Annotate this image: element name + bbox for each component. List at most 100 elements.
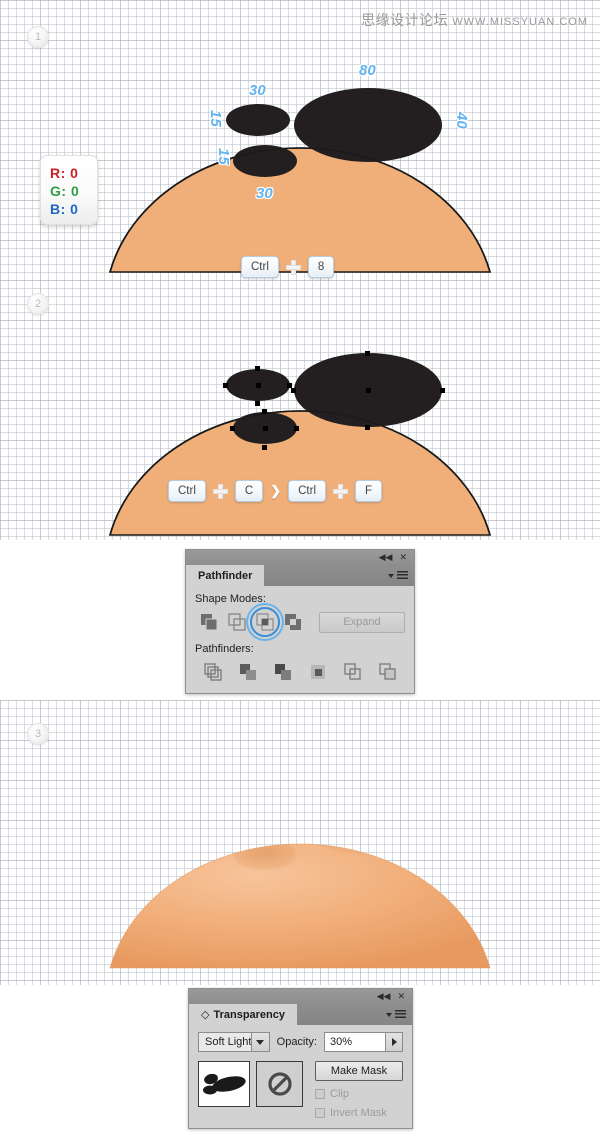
watermark-cn: 思缘设计论坛: [361, 12, 449, 28]
panel-grip-icon: ◇: [201, 1009, 210, 1021]
pathfinder-minus-back-button[interactable]: [370, 660, 405, 684]
shape-mode-intersect-button[interactable]: [251, 610, 279, 634]
transparency-panel: ◀◀ ✕ ◇ Transparency Soft Light Opacity:: [188, 988, 413, 1129]
trim-icon: [239, 664, 256, 680]
blend-opacity-row: Soft Light Opacity: 30%: [198, 1032, 403, 1052]
pathfinder-topbar: ◀◀ ✕: [186, 550, 414, 565]
unite-icon: [201, 614, 218, 631]
pathfinder-merge-button[interactable]: [265, 660, 300, 684]
mask-controls: Make Mask Clip Invert Mask: [315, 1061, 403, 1119]
shape-mode-exclude-button[interactable]: [279, 610, 307, 634]
step-marker-3: 3: [27, 723, 49, 745]
canvas-grid-top: 30 15 15 30 80 40 Ctrl 8 Ctrl C ❯ Ctrl F: [0, 0, 600, 540]
transparency-topbar: ◀◀ ✕: [189, 989, 412, 1004]
opacity-control: 30%: [324, 1032, 403, 1052]
object-thumbnail[interactable]: [198, 1061, 250, 1107]
pathfinder-trim-button[interactable]: [230, 660, 265, 684]
chevron-down-icon-transparency[interactable]: [386, 1012, 392, 1017]
plus-icon: [285, 259, 301, 275]
chevron-down-icon[interactable]: [388, 573, 394, 578]
canvas-grid-bottom: [0, 700, 600, 985]
watermark-url: WWW.MISSYUAN.COM: [452, 16, 588, 28]
transparency-body: Soft Light Opacity: 30% Make Mask Clip I…: [189, 1025, 412, 1128]
divide-icon: [203, 663, 222, 681]
invert-mask-checkbox-row[interactable]: Invert Mask: [315, 1107, 403, 1119]
blend-mode-caret-icon[interactable]: [250, 1033, 269, 1051]
shortcut-copy-paste-front: Ctrl C ❯ Ctrl F: [168, 480, 383, 502]
thumbnail-mask-row: Make Mask Clip Invert Mask: [198, 1061, 403, 1119]
pathfinder-tabrow: Pathfinder: [186, 565, 414, 586]
collapse-icon[interactable]: ◀◀: [379, 552, 393, 563]
measurement-label-15-lower: 15: [215, 148, 232, 165]
step-marker-2: 2: [27, 293, 49, 315]
rgb-blue-value: B: 0: [50, 201, 79, 217]
measurement-label-40: 40: [453, 112, 470, 129]
rgb-green-value: G: 0: [50, 183, 80, 199]
pathfinder-outline-button[interactable]: [335, 660, 370, 684]
rgb-color-badge: R: 0 G: 0 B: 0: [40, 155, 98, 225]
invert-mask-checkbox[interactable]: [315, 1108, 325, 1118]
opacity-label: Opacity:: [276, 1036, 317, 1048]
mask-thumbnail[interactable]: [256, 1061, 303, 1107]
minus-front-icon: [228, 613, 246, 631]
invert-mask-label: Invert Mask: [330, 1107, 387, 1119]
intersect-icon: [256, 613, 274, 631]
pathfinder-crop-button[interactable]: [300, 660, 335, 684]
pathfinders-row: [195, 660, 405, 684]
close-icon-transparency[interactable]: ✕: [397, 991, 405, 1002]
hamburger-menu-icon[interactable]: [397, 571, 408, 580]
key-8[interactable]: 8: [307, 256, 335, 278]
blend-mode-value: Soft Light: [205, 1036, 252, 1048]
thumbnail-shapes-icon: [203, 1073, 246, 1095]
key-f[interactable]: F: [355, 480, 383, 502]
plus-icon-2: [333, 483, 348, 499]
collapse-icon-transparency[interactable]: ◀◀: [377, 991, 391, 1002]
blend-mode-select[interactable]: Soft Light: [198, 1032, 270, 1052]
outline-icon: [343, 663, 361, 680]
skin-dome: [108, 147, 492, 273]
clip-label: Clip: [330, 1088, 349, 1100]
key-ctrl-2[interactable]: Ctrl: [288, 480, 326, 502]
step-marker-1: 1: [27, 26, 49, 48]
expand-button[interactable]: Expand: [319, 611, 405, 633]
pathfinders-label: Pathfinders:: [195, 643, 254, 655]
skin-dome-2: [108, 410, 492, 536]
measurement-label-30-bottom: 30: [256, 185, 273, 202]
tab-transparency[interactable]: ◇ Transparency: [189, 1004, 298, 1025]
key-c[interactable]: C: [234, 480, 264, 502]
transparency-menu-area: [297, 1004, 412, 1025]
crop-icon: [310, 665, 325, 679]
shape-modes-label: Shape Modes:: [195, 593, 266, 605]
tab-transparency-label: Transparency: [213, 1008, 286, 1021]
tutorial-page: 30 15 15 30 80 40 Ctrl 8 Ctrl C ❯ Ctrl F…: [0, 0, 600, 1140]
clip-checkbox-row[interactable]: Clip: [315, 1088, 403, 1100]
transparency-tabrow: ◇ Transparency: [189, 1004, 412, 1025]
step1-illustration: [108, 88, 492, 273]
merge-icon: [274, 664, 291, 680]
arrow-separator-icon: ❯: [270, 483, 282, 498]
key-ctrl-1[interactable]: Ctrl: [168, 480, 206, 502]
pathfinder-divide-button[interactable]: [195, 660, 230, 684]
shortcut-ctrl-8: Ctrl 8: [241, 256, 335, 278]
step3-illustration: [109, 843, 491, 969]
measurement-label-30-top: 30: [249, 82, 266, 99]
skin-dome-shaded: [110, 843, 490, 968]
make-mask-button[interactable]: Make Mask: [315, 1061, 403, 1081]
hamburger-menu-icon-transparency[interactable]: [395, 1010, 406, 1019]
key-ctrl[interactable]: Ctrl: [241, 256, 279, 278]
clip-checkbox[interactable]: [315, 1089, 325, 1099]
shape-mode-minus-front-button[interactable]: [223, 610, 251, 634]
pathfinder-panel: ◀◀ ✕ Pathfinder Shape Modes: Expand Path…: [185, 549, 415, 694]
panel-menu-area: [264, 565, 414, 586]
measurement-label-80: 80: [359, 62, 376, 79]
tab-pathfinder[interactable]: Pathfinder: [186, 565, 265, 586]
shape-mode-unite-button[interactable]: [195, 610, 223, 634]
no-mask-icon: [267, 1072, 292, 1096]
watermark: 思缘设计论坛 WWW.MISSYUAN.COM: [361, 10, 588, 30]
exclude-icon: [285, 614, 301, 630]
shape-modes-row: Expand: [195, 610, 405, 634]
measurement-label-15-upper: 15: [207, 110, 224, 127]
opacity-input[interactable]: 30%: [324, 1032, 386, 1052]
opacity-stepper-icon[interactable]: [386, 1032, 403, 1052]
close-icon[interactable]: ✕: [399, 552, 407, 563]
